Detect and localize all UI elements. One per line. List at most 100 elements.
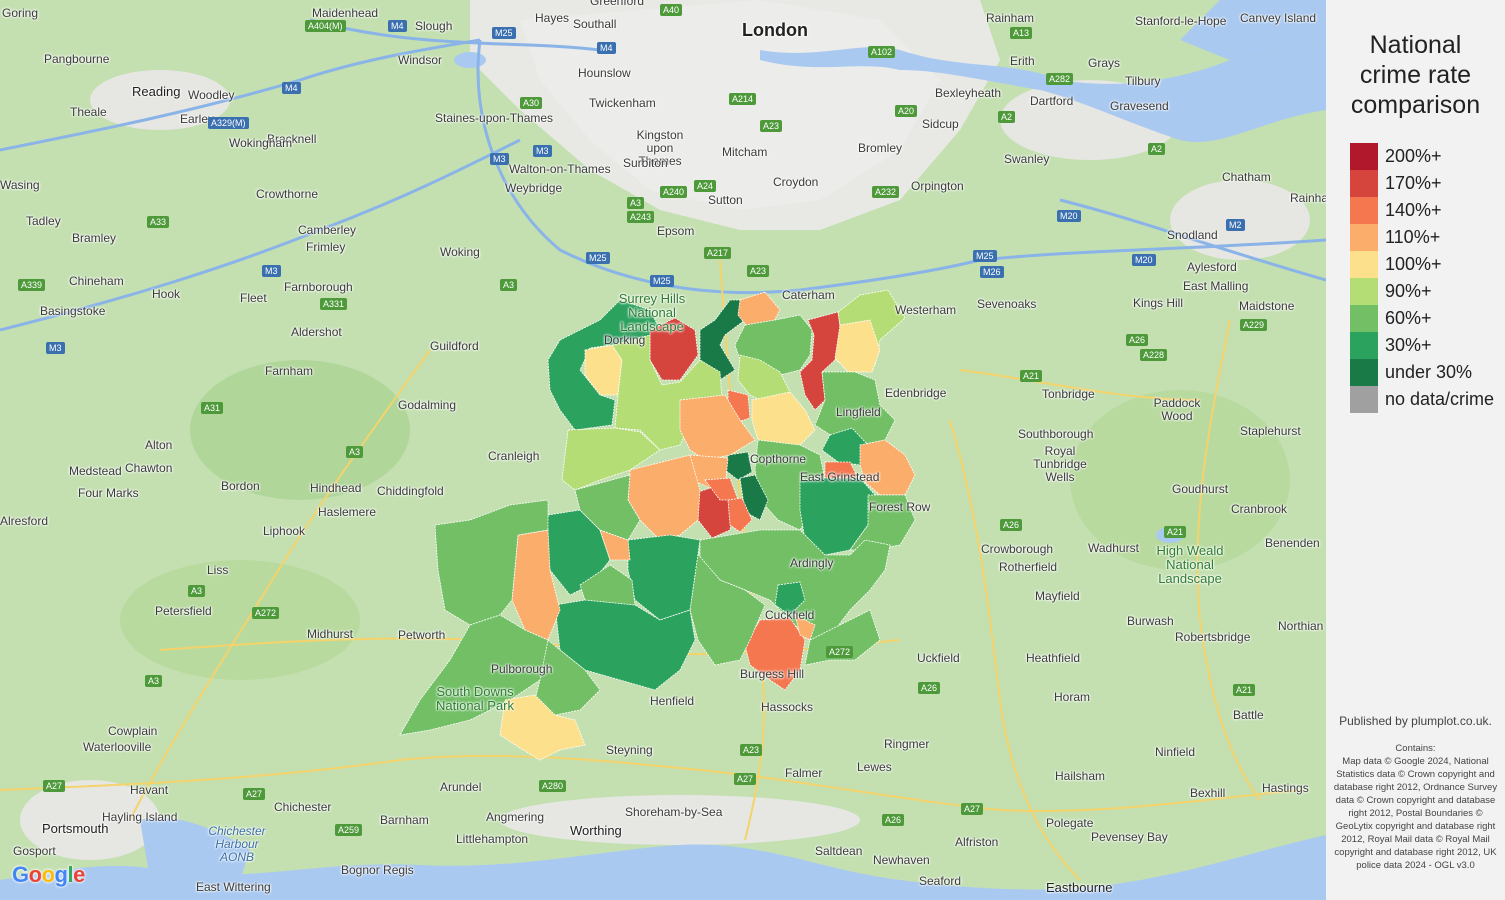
place-label: Mayfield <box>1035 589 1080 603</box>
legend-swatch <box>1350 332 1378 359</box>
road-shield: M26 <box>980 266 1004 278</box>
road-shield: M25 <box>586 252 610 264</box>
place-label: Waterlooville <box>83 740 152 754</box>
place-label: Dorking <box>604 333 646 347</box>
place-label: Rainha <box>1290 191 1326 205</box>
legend-label: 60%+ <box>1385 308 1432 328</box>
place-label: Eastbourne <box>1046 880 1113 895</box>
legend-swatch <box>1350 359 1378 386</box>
road-shield: A3 <box>145 675 163 687</box>
place-label: Surbiton <box>623 156 668 170</box>
place-label: Ninfield <box>1155 745 1196 759</box>
place-label: Guildford <box>430 339 479 353</box>
place-label: Cranbrook <box>1231 502 1288 516</box>
legend-label: 110%+ <box>1385 227 1441 247</box>
road-shield: A21 <box>1020 370 1043 382</box>
road-shield: A243 <box>627 211 655 223</box>
place-label: Bordon <box>221 479 260 493</box>
published-by-text: Published by plumplot.co.uk. <box>1339 714 1492 728</box>
road-shield: A259 <box>335 824 363 836</box>
road-shield: A232 <box>872 186 900 198</box>
place-label: East Grinstead <box>800 470 880 484</box>
place-label: Heathfield <box>1026 651 1081 665</box>
legend-swatch <box>1350 224 1378 251</box>
road-shield: A40 <box>660 4 683 16</box>
place-label: Havant <box>130 783 169 797</box>
place-label: Edenbridge <box>885 386 947 400</box>
place-label: Cuckfield <box>765 608 815 622</box>
place-label: Aylesford <box>1187 260 1237 274</box>
place-label: Worthing <box>570 823 622 838</box>
place-label: Burgess Hill <box>740 667 805 681</box>
road-shield: A21 <box>1233 684 1256 696</box>
road-shield: A31 <box>201 402 224 414</box>
legend-item: 60%+ <box>1350 305 1505 332</box>
attribution-text: Map data © Google 2024, National Statist… <box>1333 756 1498 871</box>
legend-item: no data/crime <box>1350 386 1505 413</box>
place-label-london: London <box>742 20 808 40</box>
place-label: Fleet <box>240 291 267 305</box>
place-label: Four Marks <box>78 486 139 500</box>
place-label: Forest Row <box>869 500 931 514</box>
place-label: Chineham <box>69 274 124 288</box>
road-shield: M25 <box>492 27 516 39</box>
place-label: Mitcham <box>722 145 768 159</box>
legend-swatch <box>1350 386 1378 413</box>
place-label: Theale <box>70 105 107 119</box>
road-shield: A404(M) <box>305 20 346 32</box>
road-shield: M2 <box>1226 219 1245 231</box>
road-shield: A26 <box>918 682 941 694</box>
place-label: Crowborough <box>981 542 1054 556</box>
place-label: East Wittering <box>196 880 271 894</box>
road-shield: M25 <box>650 275 674 287</box>
place-label: Windsor <box>398 53 443 67</box>
place-label: Angmering <box>486 810 545 824</box>
place-label: Snodland <box>1167 228 1218 242</box>
place-label: Haslemere <box>318 505 377 519</box>
road-shield: A27 <box>734 773 757 785</box>
place-label: Pangbourne <box>44 52 110 66</box>
place-label: Farnborough <box>284 280 353 294</box>
place-label: Walton-on-Thames <box>509 162 611 176</box>
place-label: Chiddingfold <box>377 484 444 498</box>
legend-label: 140%+ <box>1385 200 1442 220</box>
google-logo[interactable]: Google <box>12 862 85 888</box>
road-shield: A24 <box>694 180 717 192</box>
place-label: South Downs National Park <box>435 684 515 713</box>
place-label: Canvey Island <box>1240 11 1317 25</box>
place-label: East Malling <box>1183 279 1249 293</box>
legend-item: 110%+ <box>1350 224 1505 251</box>
place-label: Reading <box>132 84 181 99</box>
legend-item: 140%+ <box>1350 197 1505 224</box>
place-label: Chatham <box>1222 170 1271 184</box>
map[interactable]: Goring Maidenhead Slough Hayes Southall … <box>0 0 1326 900</box>
place-label: Ringmer <box>884 737 930 751</box>
road-shield: A23 <box>747 265 770 277</box>
place-label: Hassocks <box>761 700 814 714</box>
place-label: Liss <box>207 563 229 577</box>
place-label: Ardingly <box>790 556 834 570</box>
place-label: Wasing <box>0 178 40 192</box>
legend-label: 170%+ <box>1385 173 1442 193</box>
place-label: Littlehampton <box>456 832 529 846</box>
place-label: Hindhead <box>310 481 362 495</box>
legend-label: 90%+ <box>1385 281 1432 301</box>
road-shield: A2 <box>1148 143 1166 155</box>
place-label: Royal Tunbridge Wells <box>1033 444 1087 484</box>
road-shield: M3 <box>46 342 65 354</box>
place-label: Hounslow <box>578 66 631 80</box>
place-label: Goring <box>2 6 39 20</box>
place-label: Weybridge <box>505 181 563 195</box>
place-label: Erith <box>1010 54 1035 68</box>
place-label: Burwash <box>1127 614 1174 628</box>
legend-swatch <box>1350 170 1378 197</box>
place-label: Petersfield <box>155 604 212 618</box>
road-shield: A13 <box>1010 27 1033 39</box>
place-label: Camberley <box>298 223 357 237</box>
place-label: Chawton <box>125 461 173 475</box>
place-label: Lingfield <box>836 405 881 419</box>
place-label: Cranleigh <box>488 449 540 463</box>
place-label: Hayling Island <box>102 810 178 824</box>
place-label: Wadhurst <box>1088 541 1139 555</box>
road-shield: M4 <box>597 42 616 54</box>
